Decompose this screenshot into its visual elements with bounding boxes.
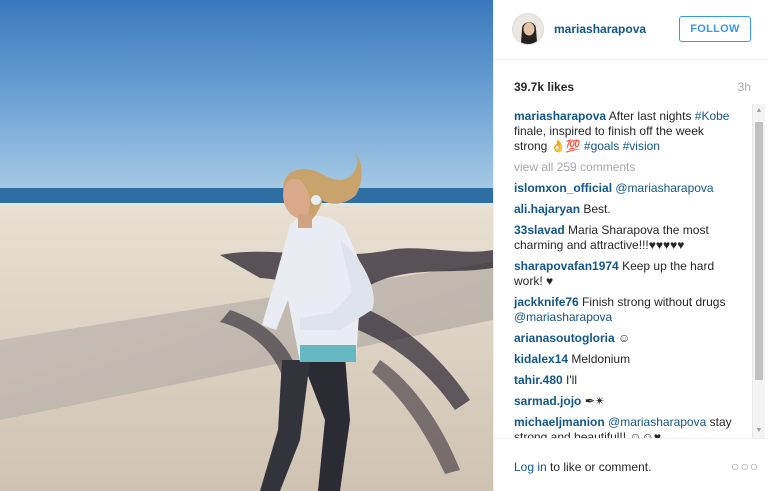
hashtag-link[interactable]: #goals [584,139,619,153]
caption-username[interactable]: mariasharapova [514,109,606,123]
username-link[interactable]: mariasharapova [554,22,646,36]
comment-username[interactable]: tahir.480 [514,373,563,387]
more-options-icon[interactable]: ○○○ [731,458,759,474]
comment-text: Best. [580,202,611,216]
post-photo[interactable] [0,0,493,491]
comment: arianasoutogloria ☺ [514,331,739,346]
login-prompt-text: to like or comment. [546,460,652,474]
comment: kidalex14 Meldonium [514,352,739,367]
scroll-down-arrow-icon[interactable]: ▼ [753,424,765,438]
comment-username[interactable]: ali.hajaryan [514,202,580,216]
avatar[interactable] [512,13,544,45]
caption: mariasharapova After last nights #Kobe f… [514,109,739,154]
comment-username[interactable]: arianasoutogloria [514,331,615,345]
post-footer: Log in to like or comment. ○○○ [494,438,768,491]
mention-link[interactable]: @mariasharapova [615,181,713,195]
photo-image [0,0,493,491]
view-all-comments-link[interactable]: view all 259 comments [514,160,739,175]
mention-link[interactable]: @mariasharapova [514,310,612,324]
comment-text: Finish strong without drugs [578,295,726,309]
comment: islomxon_official @mariasharapova [514,181,739,196]
comments-area[interactable]: mariasharapova After last nights #Kobe f… [494,104,768,438]
post-age[interactable]: 3h [738,80,751,94]
post-side-panel: mariasharapova FOLLOW 39.7k likes 3h mar… [493,0,768,491]
comment-username[interactable]: sharapovafan1974 [514,259,619,273]
comment: sarmad.jojo ✒✴ [514,394,739,409]
comments-list: mariasharapova After last nights #Kobe f… [514,109,739,438]
comment-username[interactable]: islomxon_official [514,181,612,195]
comment-text: I'll [562,373,577,387]
caption-text: After last nights [606,109,695,123]
comment-username[interactable]: 33slavad [514,223,565,237]
comment-username[interactable]: sarmad.jojo [514,394,581,408]
likes-count[interactable]: 39.7k likes [514,80,574,94]
comment-username[interactable]: kidalex14 [514,352,568,366]
scrollbar-thumb[interactable] [755,122,763,380]
comment: sharapovafan1974 Keep up the hard work! … [514,259,739,289]
comment: michaeljmanion @mariasharapova stay stro… [514,415,739,438]
comment: ali.hajaryan Best. [514,202,739,217]
comment-username[interactable]: jackknife76 [514,295,579,309]
comment: tahir.480 I'll [514,373,739,388]
avatar-image [513,14,543,44]
login-prompt: Log in to like or comment. [514,460,651,474]
hashtag-link[interactable]: #Kobe [695,109,730,123]
follow-button[interactable]: FOLLOW [679,16,751,42]
comment-username[interactable]: michaeljmanion [514,415,605,429]
scroll-up-arrow-icon[interactable]: ▲ [753,104,765,118]
login-link[interactable]: Log in [514,460,547,474]
comment-text: ✒✴ [581,394,605,408]
comment-text: ☺ [614,331,631,345]
comments-scrollbar[interactable]: ▲ ▼ [752,104,765,438]
mention-link[interactable]: @mariasharapova [608,415,706,429]
comment: 33slavad Maria Sharapova the most charmi… [514,223,739,253]
post-header: mariasharapova FOLLOW [494,0,768,60]
likes-row: 39.7k likes 3h [514,80,751,94]
comment-text: Meldonium [568,352,631,366]
comment: jackknife76 Finish strong without drugs … [514,295,739,325]
hashtag-link[interactable]: #vision [623,139,660,153]
